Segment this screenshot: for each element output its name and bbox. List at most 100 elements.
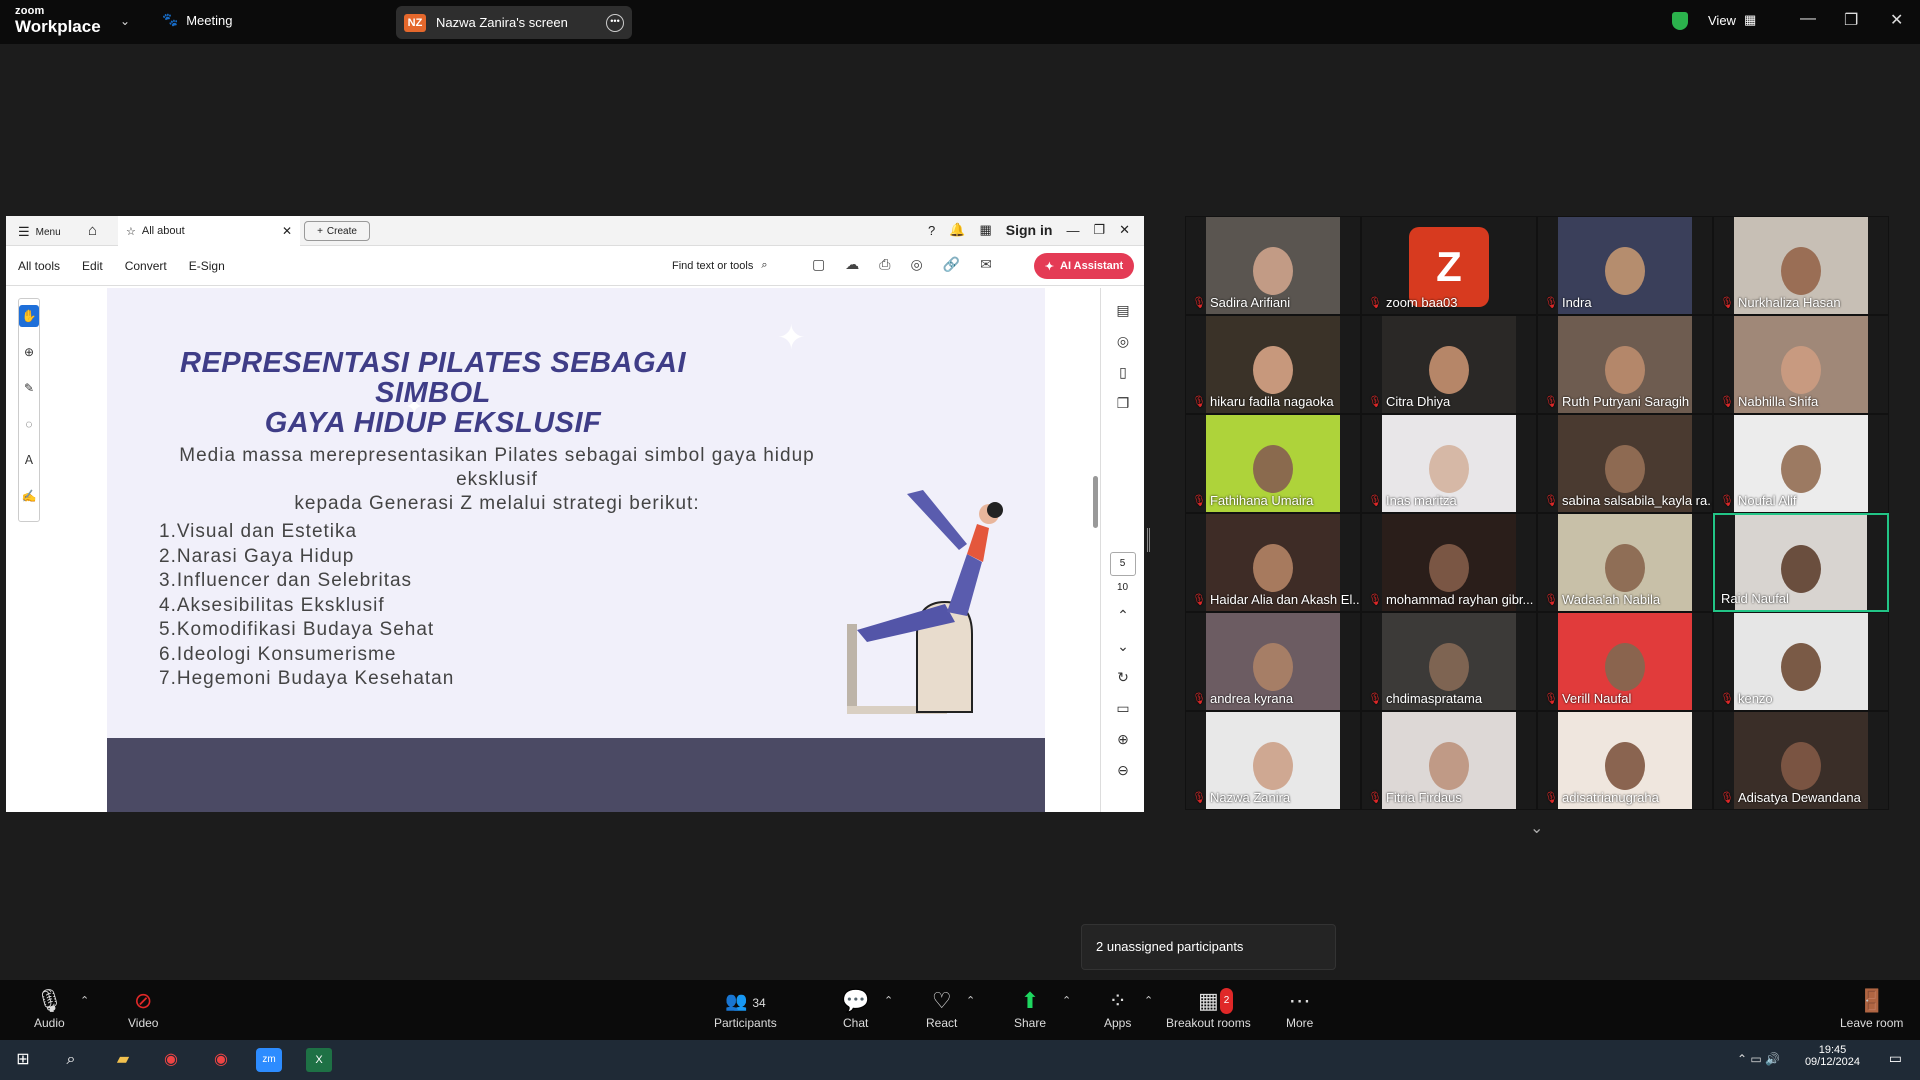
- star-icon[interactable]: ☆: [126, 225, 136, 238]
- participant-tile[interactable]: 🎙 andrea kyrana: [1185, 612, 1361, 711]
- zoom-in-icon[interactable]: ⊕: [1101, 731, 1145, 748]
- hand-tool-icon[interactable]: ✋: [19, 305, 39, 327]
- current-page-input[interactable]: 5: [1109, 552, 1136, 576]
- link-icon[interactable]: 🔗: [943, 256, 960, 273]
- windows-start-icon[interactable]: ⊞: [10, 1048, 36, 1072]
- participant-tile[interactable]: 🎙 Nurkhaliza Hasan: [1713, 216, 1889, 315]
- lasso-icon[interactable]: ◌: [19, 413, 39, 435]
- document-tab[interactable]: ☆ All about ✕: [118, 216, 300, 246]
- restore-icon[interactable]: ❐: [1844, 10, 1858, 30]
- participant-tile[interactable]: 🎙 Haidar Alia dan Akash El...: [1185, 513, 1361, 612]
- comment-icon[interactable]: ◎: [910, 256, 922, 273]
- participant-tile[interactable]: 🎙 Nazwa Zanira: [1185, 711, 1361, 810]
- close-icon[interactable]: ✕: [1890, 10, 1903, 30]
- participant-tile[interactable]: 🎙 hikaru fadila nagaoka: [1185, 315, 1361, 414]
- participant-tile[interactable]: 🎙 Inas maritza: [1361, 414, 1537, 513]
- bookmark-icon[interactable]: ▯: [1101, 364, 1145, 381]
- sign-in-button[interactable]: Sign in: [1006, 222, 1053, 238]
- participant-tile[interactable]: 🎙 Sadira Arifiani: [1185, 216, 1361, 315]
- meeting-button[interactable]: 🐾 Meeting: [162, 12, 232, 28]
- react-options-caret-icon[interactable]: ⌃: [966, 994, 975, 1007]
- video-button[interactable]: ⊘ Video: [128, 988, 158, 1030]
- audio-button[interactable]: 🎙 Audio: [34, 988, 65, 1030]
- notifications-icon[interactable]: ▭: [1889, 1050, 1902, 1067]
- create-button[interactable]: + Create: [304, 221, 370, 241]
- participant-tile[interactable]: 🎙 mohammad rayhan gibr...: [1361, 513, 1537, 612]
- chrome-icon[interactable]: ◉: [158, 1048, 184, 1072]
- participant-tile[interactable]: 🎙 Ruth Putryani Saragih: [1537, 315, 1713, 414]
- chat-options-caret-icon[interactable]: ⌃: [884, 994, 893, 1007]
- edit-page-icon[interactable]: ▤: [1101, 302, 1145, 319]
- highlight-pen-icon[interactable]: ✎: [19, 377, 39, 399]
- comment-panel-icon[interactable]: ◎: [1101, 333, 1145, 350]
- clock[interactable]: 19:45 09/12/2024: [1805, 1044, 1860, 1068]
- participant-tile[interactable]: 🎙 Noufal Alif: [1713, 414, 1889, 513]
- participant-tile[interactable]: 🎙 Adisatya Dewandana: [1713, 711, 1889, 810]
- upload-icon[interactable]: ☁: [845, 256, 859, 273]
- system-tray-icons[interactable]: ⌃ ▭ 🔊: [1737, 1052, 1780, 1066]
- vertical-scrollbar[interactable]: [1093, 476, 1098, 528]
- zoom-app-icon[interactable]: zm: [256, 1048, 282, 1072]
- close-tab-icon[interactable]: ✕: [282, 224, 292, 238]
- document-info-icon[interactable]: ▭: [1101, 700, 1145, 717]
- participant-tile[interactable]: 🎙 Indra: [1537, 216, 1713, 315]
- help-icon[interactable]: ?: [928, 223, 935, 238]
- security-shield-icon[interactable]: [1672, 12, 1688, 30]
- print-icon[interactable]: ⎙: [879, 256, 890, 273]
- excel-icon[interactable]: X: [306, 1048, 332, 1072]
- convert-button[interactable]: Convert: [125, 259, 167, 273]
- more-button[interactable]: ⋯ More: [1286, 988, 1313, 1030]
- breakout-rooms-button[interactable]: ▦ 2 Breakout rooms: [1166, 988, 1251, 1030]
- share-button[interactable]: ⬆ Share: [1014, 988, 1046, 1030]
- save-icon[interactable]: ▢: [812, 256, 825, 273]
- ai-assistant-button[interactable]: ✦ AI Assistant: [1034, 253, 1134, 279]
- view-button[interactable]: View ▦: [1708, 12, 1756, 28]
- more-options-icon[interactable]: •••: [606, 13, 624, 32]
- chat-button[interactable]: 💬 Chat: [842, 988, 869, 1030]
- panel-resize-handle[interactable]: [1147, 528, 1150, 552]
- comment-add-icon[interactable]: ⊕: [19, 341, 39, 363]
- apps-grid-icon[interactable]: ▦: [979, 222, 991, 238]
- page-down-icon[interactable]: ⌄: [1101, 638, 1145, 655]
- chevron-down-icon[interactable]: ⌄: [120, 14, 130, 28]
- email-icon[interactable]: ✉: [980, 256, 992, 273]
- menu-button[interactable]: ☰ Menu: [18, 224, 61, 240]
- minimize-icon[interactable]: —: [1066, 223, 1079, 238]
- find-tools-button[interactable]: Find text or tools ⌕: [672, 259, 768, 272]
- apps-options-caret-icon[interactable]: ⌃: [1144, 994, 1153, 1007]
- gallery-chevron-down-icon[interactable]: ⌄: [1530, 818, 1543, 838]
- text-select-icon[interactable]: Ａ: [19, 449, 39, 471]
- participant-tile[interactable]: 🎙 kenzo: [1713, 612, 1889, 711]
- esign-button[interactable]: E-Sign: [189, 259, 225, 273]
- search-icon[interactable]: ⌕: [58, 1048, 84, 1072]
- participants-button[interactable]: 👥 34 Participants: [714, 988, 777, 1030]
- zoom-out-icon[interactable]: ⊖: [1101, 762, 1145, 779]
- rotate-icon[interactable]: ↻: [1101, 669, 1145, 686]
- audio-options-caret-icon[interactable]: ⌃: [80, 994, 89, 1007]
- participant-tile[interactable]: 🎙 Nabhilla Shifa: [1713, 315, 1889, 414]
- chrome-profile-icon[interactable]: ◉: [208, 1048, 234, 1072]
- participant-tile[interactable]: 🎙 Wadaa'ah Nabila: [1537, 513, 1713, 612]
- participant-tile[interactable]: Raid Naufal: [1713, 513, 1889, 612]
- participant-tile[interactable]: 🎙 adisatrianugraha: [1537, 711, 1713, 810]
- participant-tile[interactable]: 🎙 Citra Dhiya: [1361, 315, 1537, 414]
- close-icon[interactable]: ✕: [1119, 222, 1130, 238]
- participant-tile[interactable]: 🎙 Fitria Firdaus: [1361, 711, 1537, 810]
- sign-icon[interactable]: ✍: [19, 485, 39, 507]
- home-icon[interactable]: ⌂: [88, 222, 97, 239]
- leave-room-button[interactable]: 🚪 Leave room: [1840, 988, 1903, 1030]
- participant-tile[interactable]: 🎙 Verill Naufal: [1537, 612, 1713, 711]
- apps-button[interactable]: ⁘ Apps: [1104, 988, 1131, 1030]
- edit-button[interactable]: Edit: [82, 259, 103, 273]
- minimize-icon[interactable]: —: [1800, 10, 1816, 28]
- file-explorer-icon[interactable]: ▰: [110, 1048, 136, 1072]
- shared-screen-tab[interactable]: NZ Nazwa Zanira's screen •••: [396, 6, 632, 39]
- participant-tile[interactable]: 🎙 sabina salsabila_kayla ra...: [1537, 414, 1713, 513]
- share-options-caret-icon[interactable]: ⌃: [1062, 994, 1071, 1007]
- participant-tile[interactable]: Z 🎙 zoom baa03: [1361, 216, 1537, 315]
- page-up-icon[interactable]: ⌃: [1101, 607, 1145, 624]
- participant-tile[interactable]: 🎙 Fathihana Umaira: [1185, 414, 1361, 513]
- participant-tile[interactable]: 🎙 chdimaspratama: [1361, 612, 1537, 711]
- pages-icon[interactable]: ❐: [1101, 395, 1145, 412]
- all-tools-button[interactable]: All tools: [18, 259, 60, 273]
